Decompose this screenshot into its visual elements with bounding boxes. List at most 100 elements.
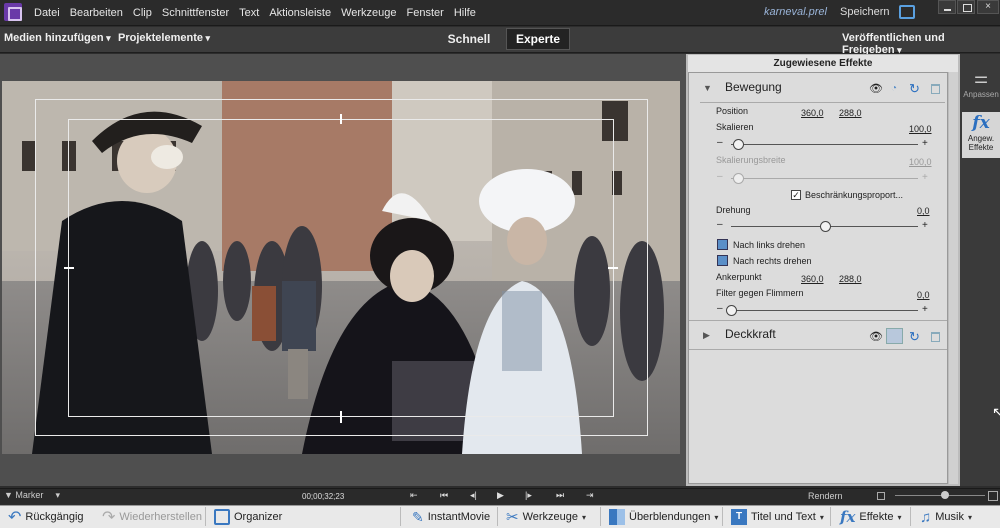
marker-dropdown[interactable]: ▼ Marker ▾ xyxy=(4,490,60,501)
position-y-value[interactable]: 288,0 xyxy=(839,108,862,118)
collapse-motion-icon[interactable]: ▼ xyxy=(703,83,712,93)
divider xyxy=(400,507,401,526)
constrain-proportions-label: Beschränkungsproport... xyxy=(805,190,904,200)
menu-werkzeuge[interactable]: Werkzeuge xyxy=(341,7,402,19)
anchor-y-value[interactable]: 288,0 xyxy=(839,274,862,284)
applied-effects-panel-button[interactable]: fx Angew. Effekte xyxy=(962,112,1000,158)
menu-datei[interactable]: Datei xyxy=(34,7,66,19)
flicker-slider[interactable] xyxy=(731,310,918,311)
music-button[interactable]: ♫ Musik ▾ xyxy=(920,507,972,527)
applied-fx-label-1: Angew. xyxy=(967,134,995,143)
redo-icon: ↷ xyxy=(102,509,116,526)
zoom-in-icon[interactable] xyxy=(988,491,998,501)
save-button[interactable]: Speichern xyxy=(840,6,890,18)
music-note-icon: ♫ xyxy=(920,508,932,526)
fullscreen-icon[interactable] xyxy=(899,5,915,19)
titles-icon: T xyxy=(731,509,747,525)
rotate-left-icon[interactable] xyxy=(717,239,728,250)
prev-edit-icon[interactable]: ⏮ xyxy=(440,490,448,501)
panel-title: Zugewiesene Effekte xyxy=(688,55,958,72)
undo-button[interactable]: ↶ Rückgängig xyxy=(8,507,84,527)
undo-icon: ↶ xyxy=(8,509,22,526)
rotation-minus[interactable]: – xyxy=(717,219,723,230)
rotate-right-button[interactable]: Nach rechts drehen xyxy=(733,256,812,266)
menu-clip[interactable]: Clip xyxy=(133,7,158,19)
flicker-plus[interactable]: + xyxy=(922,304,928,315)
expert-mode-button[interactable]: Experte xyxy=(506,28,570,50)
resize-handle-bottom[interactable] xyxy=(340,411,342,423)
menu-fenster[interactable]: Fenster xyxy=(407,7,450,19)
scale-slider[interactable] xyxy=(731,144,918,145)
go-to-end-icon[interactable]: ⇥ xyxy=(586,490,594,501)
rotation-label: Drehung xyxy=(716,205,751,215)
flicker-value[interactable]: 0,0 xyxy=(917,290,930,300)
rotate-left-button[interactable]: Nach links drehen xyxy=(733,240,805,250)
menu-aktionsleiste[interactable]: Aktionsleiste xyxy=(269,7,337,19)
project-assets-label: Projektelemente xyxy=(118,32,203,44)
flicker-minus[interactable]: – xyxy=(717,303,723,314)
play-icon[interactable]: ▶ xyxy=(497,490,504,501)
close-button[interactable]: × xyxy=(977,0,999,14)
zoom-out-icon[interactable] xyxy=(877,492,885,500)
publish-dropdown[interactable]: Veröffentlichen und Freigeben xyxy=(842,32,1000,56)
instant-movie-icon: ✎ xyxy=(412,508,424,525)
scale-minus[interactable]: – xyxy=(717,137,723,148)
menu-bearbeiten[interactable]: Bearbeiten xyxy=(70,7,129,19)
flicker-label: Filter gegen Flimmern xyxy=(716,288,804,298)
trash-icon[interactable] xyxy=(931,332,940,342)
menu-hilfe[interactable]: Hilfe xyxy=(454,7,482,19)
timeline-zoom-slider[interactable] xyxy=(895,495,985,496)
maximize-button[interactable] xyxy=(957,0,975,14)
scale-plus[interactable]: + xyxy=(922,138,928,149)
organizer-icon xyxy=(214,509,230,525)
transitions-button[interactable]: Überblendungen ▾ xyxy=(609,507,718,527)
rotation-value[interactable]: 0,0 xyxy=(917,206,930,216)
quick-mode-button[interactable]: Schnell xyxy=(440,29,498,50)
adjust-panel-button[interactable]: ⚌ Anpassen xyxy=(962,68,1000,108)
video-preview[interactable] xyxy=(2,81,680,454)
eye-icon[interactable]: 👁 xyxy=(869,82,883,95)
render-button[interactable]: Rendern xyxy=(808,491,843,501)
instant-movie-button[interactable]: ✎ InstantMovie xyxy=(412,507,490,527)
step-forward-icon[interactable]: |▸ xyxy=(525,490,532,501)
rotation-plus[interactable]: + xyxy=(922,220,928,231)
resize-handle-left[interactable] xyxy=(64,267,74,269)
reset-icon[interactable]: ↻ xyxy=(909,329,920,345)
eye-icon[interactable]: 👁 xyxy=(869,330,883,343)
constrain-proportions-checkbox[interactable]: ✓ xyxy=(791,190,801,200)
flicker-slider-knob[interactable] xyxy=(726,305,737,316)
panel-scrollbar[interactable] xyxy=(949,72,958,484)
position-x-value[interactable]: 360,0 xyxy=(801,108,824,118)
fx-icon: fx xyxy=(972,113,990,133)
go-to-start-icon[interactable]: ⇤ xyxy=(410,490,418,501)
mouse-cursor-icon: ↖ xyxy=(992,404,1000,420)
transform-bounding-box[interactable] xyxy=(68,119,614,417)
resize-handle-top[interactable] xyxy=(340,114,342,124)
anchor-x-value[interactable]: 360,0 xyxy=(801,274,824,284)
rotate-right-icon[interactable] xyxy=(717,255,728,266)
resize-handle-right[interactable] xyxy=(608,267,618,269)
expand-opacity-icon[interactable]: ▶ xyxy=(703,330,710,341)
trash-icon[interactable] xyxy=(931,84,940,94)
project-assets-dropdown[interactable]: Projektelemente xyxy=(118,32,210,44)
scale-width-minus: – xyxy=(717,171,723,182)
divider xyxy=(830,507,831,526)
menu-schnittfenster[interactable]: Schnittfenster xyxy=(162,7,235,19)
add-media-dropdown[interactable]: Medien hinzufügen xyxy=(4,32,111,44)
minimize-button[interactable] xyxy=(938,0,956,14)
step-back-icon[interactable]: ◂| xyxy=(470,490,477,501)
timeline-zoom-knob[interactable] xyxy=(941,491,949,499)
next-edit-icon[interactable]: ⏭ xyxy=(556,490,564,501)
keyframe-stopwatch-icon[interactable]: ◔ xyxy=(891,83,897,94)
tools-button[interactable]: ✂ Werkzeuge ▾ xyxy=(506,507,586,527)
rotation-slider-knob[interactable] xyxy=(819,221,831,232)
opacity-effect-title[interactable]: Deckkraft xyxy=(725,327,776,341)
reset-icon[interactable]: ↻ xyxy=(909,81,920,97)
effects-button[interactable]: fx Effekte ▾ xyxy=(840,507,901,527)
menu-text[interactable]: Text xyxy=(239,7,265,19)
titles-button[interactable]: T Titel und Text ▾ xyxy=(731,507,824,527)
scale-value[interactable]: 100,0 xyxy=(909,124,932,134)
motion-effect-title[interactable]: Bewegung xyxy=(725,80,782,94)
organizer-button[interactable]: Organizer xyxy=(214,507,282,527)
keyframe-stopwatch-icon[interactable] xyxy=(886,328,903,344)
